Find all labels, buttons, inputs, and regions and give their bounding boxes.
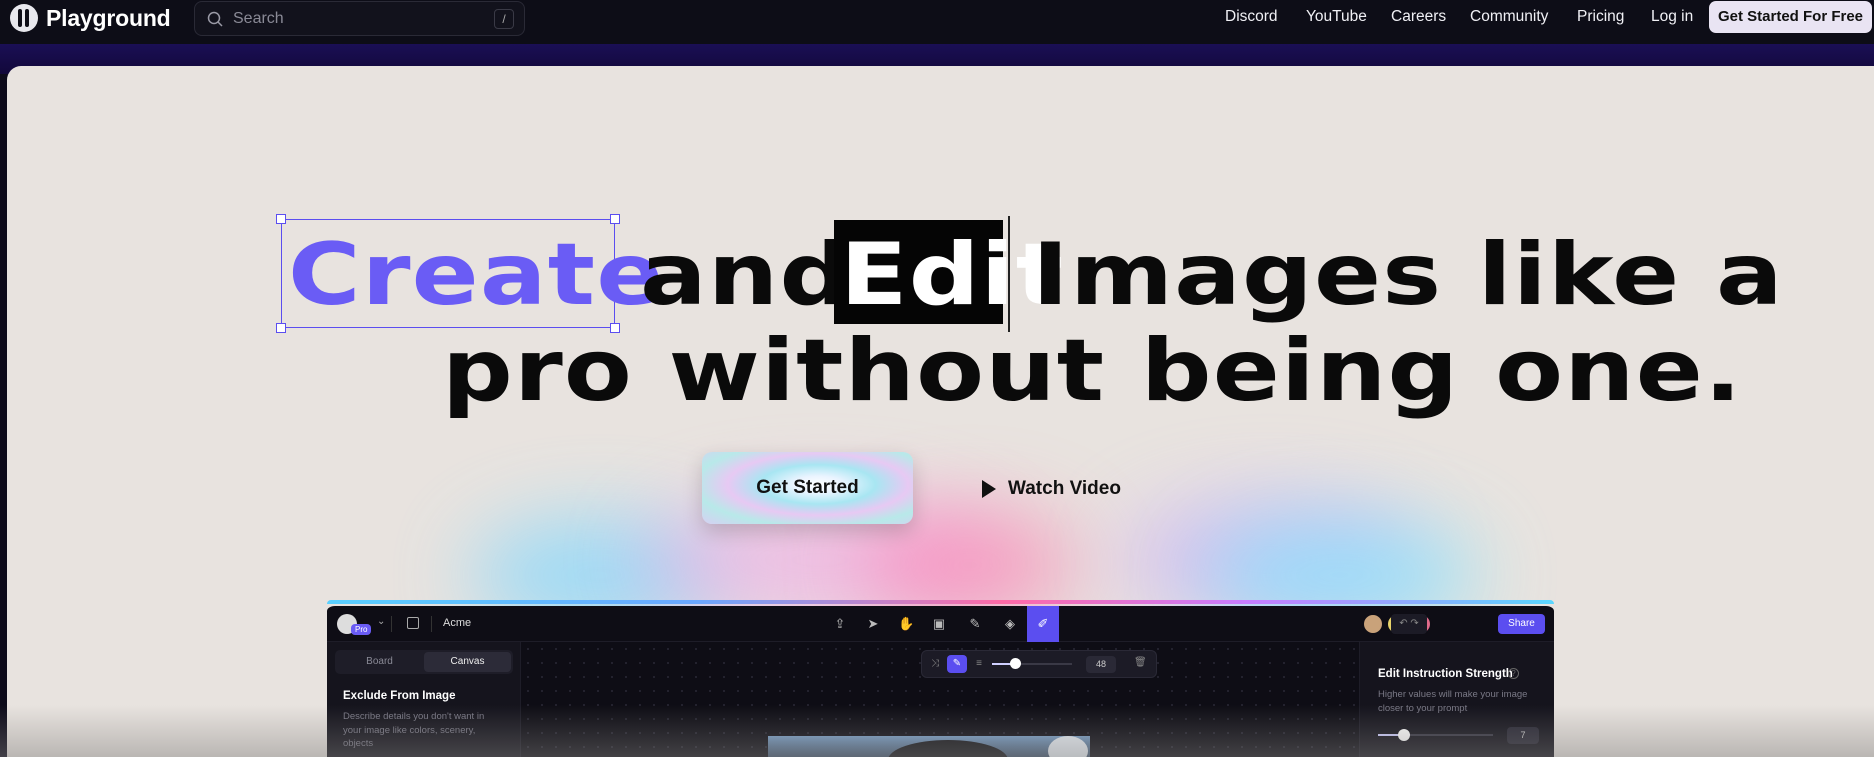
menu-icon[interactable]: ≡ xyxy=(972,657,986,671)
exclude-description: Describe details you don't want in your … xyxy=(343,711,485,749)
nav-link-login[interactable]: Log in xyxy=(1651,8,1693,26)
add-image-icon[interactable]: ▣ xyxy=(931,616,947,632)
hand-icon[interactable]: ✋ xyxy=(898,616,914,632)
search-shortcut-key: / xyxy=(494,9,514,29)
selection-handle xyxy=(276,214,286,224)
nav-link-pricing[interactable]: Pricing xyxy=(1577,8,1624,26)
help-icon[interactable]: ? xyxy=(1508,668,1519,679)
strength-knob[interactable] xyxy=(1398,729,1410,741)
divider xyxy=(431,616,432,632)
import-icon[interactable]: ⇪ xyxy=(832,616,848,632)
brand-logo[interactable]: Playground xyxy=(10,4,171,32)
select-arrow-icon[interactable]: ➤ xyxy=(865,616,881,632)
image-cloud xyxy=(1048,736,1088,757)
top-navbar: Playground Search / Discord YouTube Care… xyxy=(0,0,1874,44)
strength-title: Edit Instruction Strength xyxy=(1378,668,1513,680)
app-preview: Pro ⌄ Acme ⇪ ➤ ✋ ▣ ✎ ◈ ✐ ↶ ↷ Share Board… xyxy=(327,603,1554,757)
magic-icon[interactable]: ⤨ xyxy=(928,657,942,671)
get-started-button[interactable]: Get Started xyxy=(702,452,913,524)
strength-description: Higher values will make your image close… xyxy=(1378,689,1528,714)
left-panel: Board Canvas Exclude From Image Describe… xyxy=(327,642,521,757)
canvas-area[interactable]: ⤨ ✎ ≡ 48 🗑 xyxy=(521,642,1359,757)
headline-word-and: and xyxy=(640,225,852,325)
tab-board[interactable]: Board xyxy=(335,650,424,674)
app-toolbar: Pro ⌄ Acme ⇪ ➤ ✋ ▣ ✎ ◈ ✐ ↶ ↷ Share xyxy=(327,606,1554,642)
edit-brush-tool-icon[interactable]: ✐ xyxy=(1027,606,1059,642)
search-input[interactable]: Search / xyxy=(194,1,525,36)
headline-line-2: pro without being one. xyxy=(442,321,1743,421)
sidebar-toggle-icon[interactable] xyxy=(407,617,419,629)
chevron-down-icon[interactable]: ⌄ xyxy=(377,616,385,627)
hero-section: Create and Edit Images like a pro withou… xyxy=(7,66,1874,757)
project-name: Acme xyxy=(443,617,472,629)
undo-redo-icon[interactable]: ↶ ↷ xyxy=(1391,614,1427,634)
headline-word-create: Create xyxy=(288,225,665,325)
watch-video-label: Watch Video xyxy=(1008,478,1121,499)
watch-video-button[interactable]: Watch Video xyxy=(982,478,1121,500)
headline-rest: Images like a xyxy=(1032,225,1784,325)
tab-canvas[interactable]: Canvas xyxy=(424,652,511,672)
selection-handle xyxy=(610,214,620,224)
play-icon xyxy=(982,480,996,498)
view-toggle: Board Canvas xyxy=(335,650,513,674)
search-placeholder: Search xyxy=(233,10,284,27)
pro-badge: Pro xyxy=(351,624,372,635)
nav-link-discord[interactable]: Discord xyxy=(1225,8,1278,26)
canvas-image[interactable] xyxy=(768,736,1090,757)
share-button[interactable]: Share xyxy=(1498,614,1545,634)
right-panel: Edit Instruction Strength ? Higher value… xyxy=(1359,642,1554,757)
headline-word-edit: Edit xyxy=(840,225,1065,325)
nav-link-youtube[interactable]: YouTube xyxy=(1306,8,1367,26)
nav-link-community[interactable]: Community xyxy=(1470,8,1548,26)
trash-icon[interactable]: 🗑 xyxy=(1134,657,1147,668)
brush-size-value[interactable]: 48 xyxy=(1086,656,1116,673)
selection-handle xyxy=(276,323,286,333)
avatar xyxy=(1362,613,1384,635)
nav-link-careers[interactable]: Careers xyxy=(1391,8,1446,26)
search-icon xyxy=(207,11,223,27)
fill-icon[interactable]: ◈ xyxy=(1002,616,1018,632)
brush-size-knob[interactable] xyxy=(1010,658,1021,669)
brand-name: Playground xyxy=(46,4,171,31)
logo-icon xyxy=(10,4,38,32)
image-subject xyxy=(888,740,1008,757)
strength-value[interactable]: 7 xyxy=(1507,727,1539,744)
get-started-free-button[interactable]: Get Started For Free xyxy=(1709,1,1872,33)
divider xyxy=(391,616,392,632)
exclude-title: Exclude From Image xyxy=(343,690,456,702)
pencil-icon[interactable]: ✎ xyxy=(967,616,983,632)
brush-toolbar: ⤨ ✎ ≡ 48 🗑 xyxy=(921,650,1157,678)
text-cursor xyxy=(1008,216,1010,332)
pen-icon[interactable]: ✎ xyxy=(947,655,967,673)
